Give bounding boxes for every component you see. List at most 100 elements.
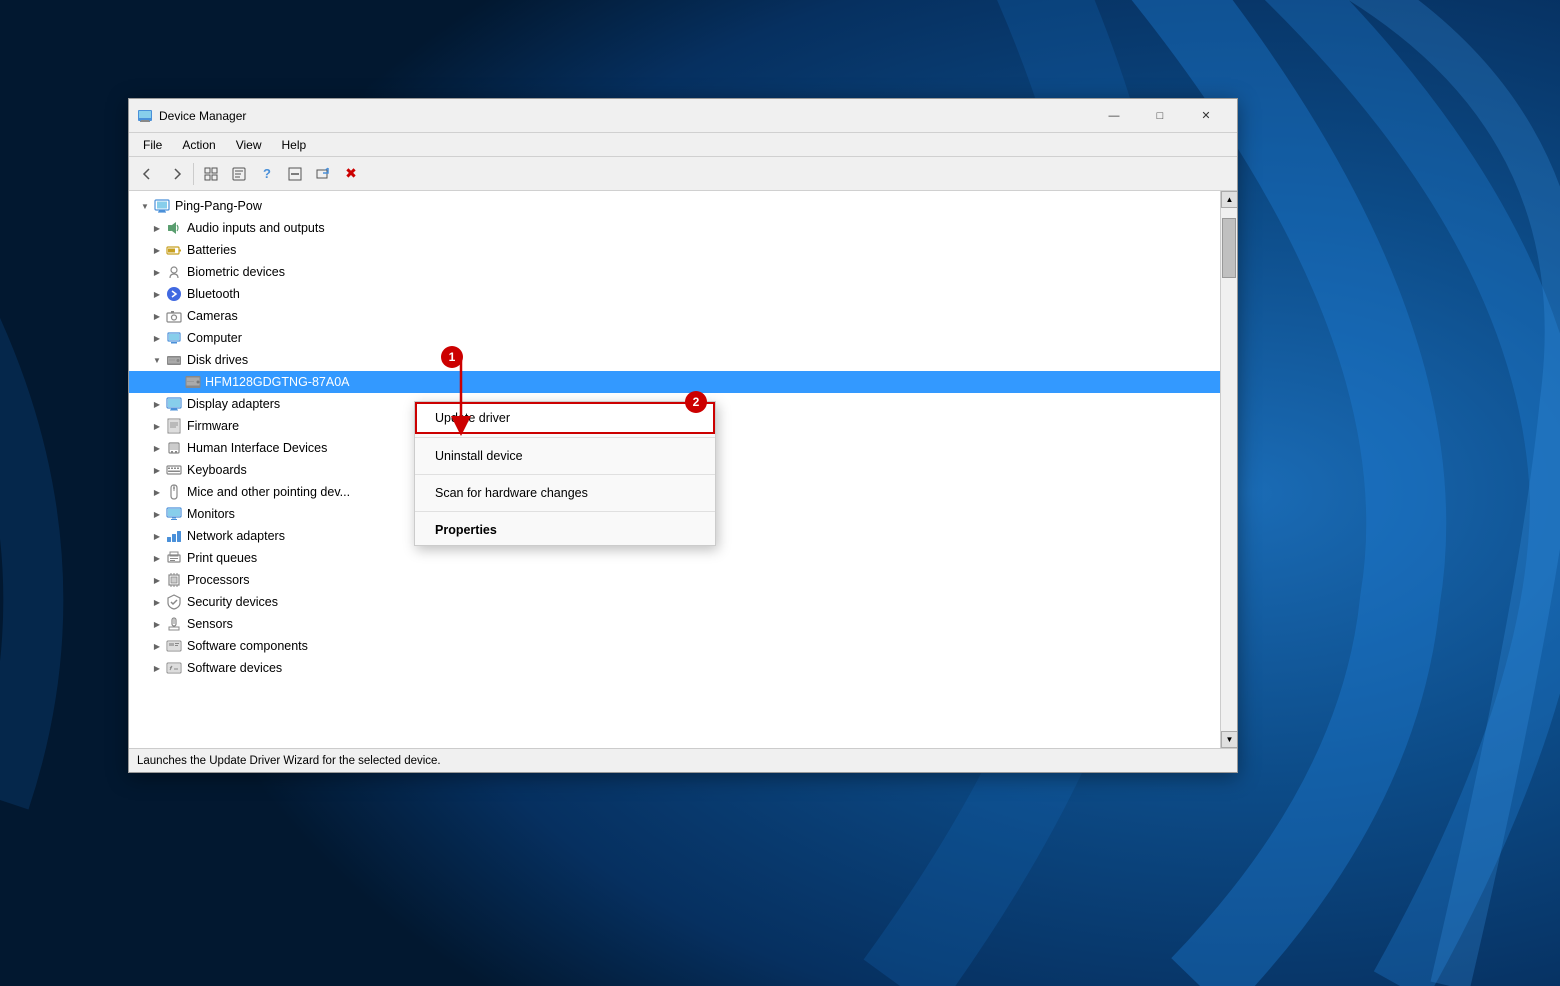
scroll-down-button[interactable]: ▼ bbox=[1221, 731, 1237, 748]
camera-icon bbox=[165, 307, 183, 325]
print-expander[interactable]: ▶ bbox=[149, 550, 165, 566]
disk-drives-icon bbox=[165, 351, 183, 369]
software-comp-icon bbox=[165, 637, 183, 655]
computer-expander[interactable]: ▶ bbox=[149, 330, 165, 346]
tree-processors[interactable]: ▶ Processors bbox=[129, 569, 1220, 591]
software-dev-label: Software devices bbox=[187, 661, 1220, 675]
tree-computer[interactable]: ▶ Computer bbox=[129, 327, 1220, 349]
tree-hfm-disk[interactable]: HFM128GDGTNG-87A0A bbox=[129, 371, 1220, 393]
mice-expander[interactable]: ▶ bbox=[149, 484, 165, 500]
tree-biometric[interactable]: ▶ Biometric devices bbox=[129, 261, 1220, 283]
toolbar: ? ✖ bbox=[129, 157, 1237, 191]
network-expander[interactable]: ▶ bbox=[149, 528, 165, 544]
tree-disk-drives[interactable]: ▼ Disk drives bbox=[129, 349, 1220, 371]
context-scan[interactable]: Scan for hardware changes bbox=[415, 478, 715, 508]
keyboard-icon bbox=[165, 461, 183, 479]
network-icon bbox=[165, 527, 183, 545]
keyboards-expander[interactable]: ▶ bbox=[149, 462, 165, 478]
annotation-1: 1 bbox=[441, 346, 463, 368]
status-text: Launches the Update Driver Wizard for th… bbox=[137, 755, 441, 767]
content-area: ▼ Ping-Pang-Pow ▶ bbox=[129, 191, 1237, 748]
maximize-button[interactable]: □ bbox=[1137, 99, 1183, 133]
print-icon bbox=[165, 549, 183, 567]
context-uninstall[interactable]: Uninstall device bbox=[415, 441, 715, 471]
processors-expander[interactable]: ▶ bbox=[149, 572, 165, 588]
menu-view[interactable]: View bbox=[226, 136, 272, 154]
ctx-separator-2 bbox=[415, 474, 715, 475]
monitor-icon bbox=[165, 505, 183, 523]
scrollbar[interactable]: ▲ ▼ bbox=[1220, 191, 1237, 748]
computer-icon bbox=[153, 197, 171, 215]
bluetooth-icon bbox=[165, 285, 183, 303]
scroll-thumb[interactable] bbox=[1222, 218, 1236, 278]
sensors-label: Sensors bbox=[187, 617, 1220, 631]
hfm-disk-icon bbox=[185, 374, 201, 390]
software-comp-label: Software components bbox=[187, 639, 1220, 653]
scan-changes-button[interactable] bbox=[310, 161, 336, 187]
sensors-expander[interactable]: ▶ bbox=[149, 616, 165, 632]
forward-button[interactable] bbox=[163, 161, 189, 187]
software-comp-expander[interactable]: ▶ bbox=[149, 638, 165, 654]
ctx-separator-1 bbox=[415, 437, 715, 438]
remove-button[interactable]: ✖ bbox=[338, 161, 364, 187]
processor-icon bbox=[165, 571, 183, 589]
title-bar-icon bbox=[137, 108, 153, 124]
help-button[interactable]: ? bbox=[254, 161, 280, 187]
title-bar: Device Manager — □ ✕ bbox=[129, 99, 1237, 133]
cameras-expander[interactable]: ▶ bbox=[149, 308, 165, 324]
processors-label: Processors bbox=[187, 573, 1220, 587]
menu-action[interactable]: Action bbox=[172, 136, 225, 154]
print-label: Print queues bbox=[187, 551, 1220, 565]
firmware-expander[interactable]: ▶ bbox=[149, 418, 165, 434]
status-bar: Launches the Update Driver Wizard for th… bbox=[129, 748, 1237, 772]
tree-print[interactable]: ▶ Print queues bbox=[129, 547, 1220, 569]
tree-software-dev[interactable]: ▶ Software devices bbox=[129, 657, 1220, 679]
batteries-expander[interactable]: ▶ bbox=[149, 242, 165, 258]
audio-icon bbox=[165, 219, 183, 237]
annotation-2: 2 bbox=[685, 391, 707, 413]
disk-drives-label: Disk drives bbox=[187, 353, 1220, 367]
tree-software-comp[interactable]: ▶ Software components bbox=[129, 635, 1220, 657]
context-properties[interactable]: Properties bbox=[415, 515, 715, 545]
tree-security[interactable]: ▶ Security devices bbox=[129, 591, 1220, 613]
audio-expander[interactable]: ▶ bbox=[149, 220, 165, 236]
battery-icon bbox=[165, 241, 183, 259]
tree-bluetooth[interactable]: ▶ Bluetooth bbox=[129, 283, 1220, 305]
back-button[interactable] bbox=[135, 161, 161, 187]
computer-label: Computer bbox=[187, 331, 1220, 345]
tree-cameras[interactable]: ▶ Cameras bbox=[129, 305, 1220, 327]
scroll-track[interactable] bbox=[1221, 208, 1237, 731]
firmware-icon bbox=[165, 417, 183, 435]
context-update-driver[interactable]: Update driver bbox=[415, 402, 715, 434]
display-expander[interactable]: ▶ bbox=[149, 396, 165, 412]
menu-help[interactable]: Help bbox=[272, 136, 317, 154]
tree-sensors[interactable]: ▶ Sensors bbox=[129, 613, 1220, 635]
biometric-expander[interactable]: ▶ bbox=[149, 264, 165, 280]
audio-label: Audio inputs and outputs bbox=[187, 221, 1220, 235]
tree-audio[interactable]: ▶ Audio inputs and outputs bbox=[129, 217, 1220, 239]
menu-bar: File Action View Help bbox=[129, 133, 1237, 157]
root-expander[interactable]: ▼ bbox=[137, 198, 153, 214]
software-dev-icon bbox=[165, 659, 183, 677]
close-button[interactable]: ✕ bbox=[1183, 99, 1229, 133]
monitors-expander[interactable]: ▶ bbox=[149, 506, 165, 522]
minimize-button[interactable]: — bbox=[1091, 99, 1137, 133]
tree-batteries[interactable]: ▶ Batteries bbox=[129, 239, 1220, 261]
software-dev-expander[interactable]: ▶ bbox=[149, 660, 165, 676]
scroll-up-button[interactable]: ▲ bbox=[1221, 191, 1237, 208]
show-view-button[interactable] bbox=[198, 161, 224, 187]
bluetooth-expander[interactable]: ▶ bbox=[149, 286, 165, 302]
properties-button[interactable] bbox=[226, 161, 252, 187]
hid-expander[interactable]: ▶ bbox=[149, 440, 165, 456]
hid-icon bbox=[165, 439, 183, 457]
security-expander[interactable]: ▶ bbox=[149, 594, 165, 610]
tree-root[interactable]: ▼ Ping-Pang-Pow bbox=[129, 195, 1220, 217]
security-icon bbox=[165, 593, 183, 611]
context-menu: Update driver Uninstall device Scan for … bbox=[414, 401, 716, 546]
disk-drives-expander[interactable]: ▼ bbox=[149, 352, 165, 368]
toolbar-separator-1 bbox=[193, 163, 194, 185]
collapse-all-button[interactable] bbox=[282, 161, 308, 187]
root-label: Ping-Pang-Pow bbox=[175, 199, 1220, 213]
menu-file[interactable]: File bbox=[133, 136, 172, 154]
device-manager-window: Device Manager — □ ✕ File Action View He… bbox=[128, 98, 1238, 773]
